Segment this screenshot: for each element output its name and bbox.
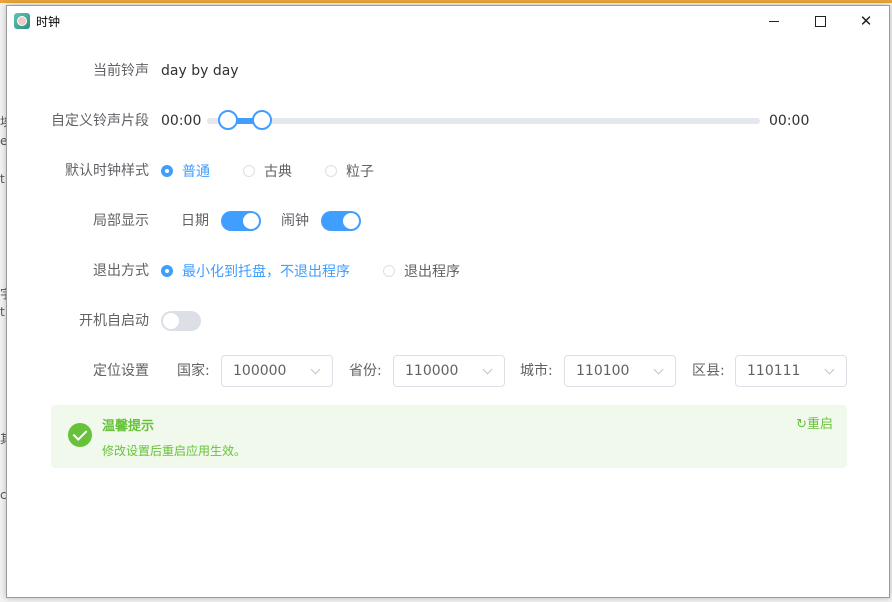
exit-option-label: 退出程序: [404, 264, 460, 280]
autostart-row: 开机自启动: [7, 305, 889, 337]
background-app-bar: [0, 0, 892, 3]
city-label: 城市:: [520, 363, 553, 379]
exit-option-quit[interactable]: 退出程序: [383, 255, 460, 287]
alert-title: 温馨提示: [102, 419, 155, 434]
city-value: 110100: [576, 363, 630, 379]
clock-style-row: 默认时钟样式 普通 古典 粒子: [7, 155, 889, 187]
segment-slider-start-handle[interactable]: [218, 110, 238, 130]
autostart-switch[interactable]: [161, 311, 201, 331]
refresh-icon: ↻: [796, 417, 807, 432]
switch-knob: [163, 313, 179, 329]
style-option-label: 古典: [264, 164, 292, 180]
chevron-down-icon: [653, 364, 664, 375]
style-option-label: 粒子: [346, 164, 374, 180]
province-value: 110000: [405, 363, 459, 379]
district-select[interactable]: 110111: [735, 355, 847, 387]
segment-end-time: 00:00: [769, 113, 810, 129]
close-icon: ✕: [859, 11, 873, 30]
country-label: 国家:: [177, 363, 210, 379]
chevron-down-icon: [824, 364, 835, 375]
alarm-switch[interactable]: [321, 211, 361, 231]
chevron-down-icon: [482, 364, 493, 375]
autostart-label: 开机自启动: [79, 313, 149, 329]
settings-window: 时钟 ✕ 当前铃声 day by day 自定义铃声片段 00:00 00:00…: [6, 5, 890, 598]
clock-app-icon: [14, 13, 30, 29]
radio-icon: [161, 165, 173, 177]
close-button[interactable]: ✕: [843, 6, 889, 36]
city-select[interactable]: 110100: [564, 355, 676, 387]
clock-style-label: 默认时钟样式: [65, 163, 149, 179]
maximize-icon: [814, 15, 826, 27]
background-text: t: [0, 172, 5, 186]
segment-slider-end-handle[interactable]: [252, 110, 272, 130]
chevron-down-icon: [310, 364, 321, 375]
restart-label: 重启: [806, 417, 833, 432]
style-option-label: 普通: [182, 164, 210, 180]
segment-label: 自定义铃声片段: [51, 113, 149, 129]
exit-option-label: 最小化到托盘，不退出程序: [182, 264, 350, 280]
switch-knob: [343, 213, 359, 229]
alert-description: 修改设置后重启应用生效。: [102, 444, 247, 458]
success-check-icon: [68, 423, 92, 447]
minimize-icon: [769, 20, 779, 22]
location-label: 定位设置: [93, 363, 149, 379]
partial-display-row: 局部显示 日期 闹钟: [7, 205, 889, 237]
radio-icon: [325, 165, 337, 177]
style-option-classic[interactable]: 古典: [243, 155, 292, 187]
radio-icon: [383, 265, 395, 277]
tip-alert: 温馨提示 修改设置后重启应用生效。 ↻重启: [51, 405, 847, 468]
segment-slider-track[interactable]: [207, 118, 760, 124]
maximize-button[interactable]: [797, 6, 843, 36]
style-option-normal[interactable]: 普通: [161, 155, 210, 187]
ringtone-value: day by day: [161, 63, 239, 79]
minimize-button[interactable]: [751, 6, 797, 36]
restart-button[interactable]: ↻重启: [796, 413, 833, 432]
exit-mode-row: 退出方式 最小化到托盘，不退出程序 退出程序: [7, 255, 889, 287]
province-label: 省份:: [349, 363, 382, 379]
exit-mode-label: 退出方式: [93, 263, 149, 279]
province-select[interactable]: 110000: [393, 355, 505, 387]
date-switch[interactable]: [221, 211, 261, 231]
district-label: 区县:: [692, 363, 725, 379]
background-text: t: [0, 305, 5, 319]
ringtone-row: 当前铃声 day by day: [7, 55, 889, 87]
window-title: 时钟: [36, 15, 61, 29]
radio-icon: [161, 265, 173, 277]
exit-option-minimize[interactable]: 最小化到托盘，不退出程序: [161, 255, 350, 287]
ringtone-label: 当前铃声: [93, 63, 149, 79]
alarm-switch-label: 闹钟: [281, 213, 309, 229]
country-value: 100000: [233, 363, 287, 379]
country-select[interactable]: 100000: [221, 355, 333, 387]
partial-display-label: 局部显示: [93, 213, 149, 229]
location-row: 定位设置 国家: 100000 省份: 110000 城市: 110100 区县…: [7, 355, 889, 387]
district-value: 110111: [747, 363, 801, 379]
title-bar[interactable]: 时钟 ✕: [7, 6, 889, 36]
date-switch-label: 日期: [181, 213, 209, 229]
switch-knob: [243, 213, 259, 229]
segment-start-time: 00:00: [161, 113, 202, 129]
style-option-particle[interactable]: 粒子: [325, 155, 374, 187]
radio-icon: [243, 165, 255, 177]
